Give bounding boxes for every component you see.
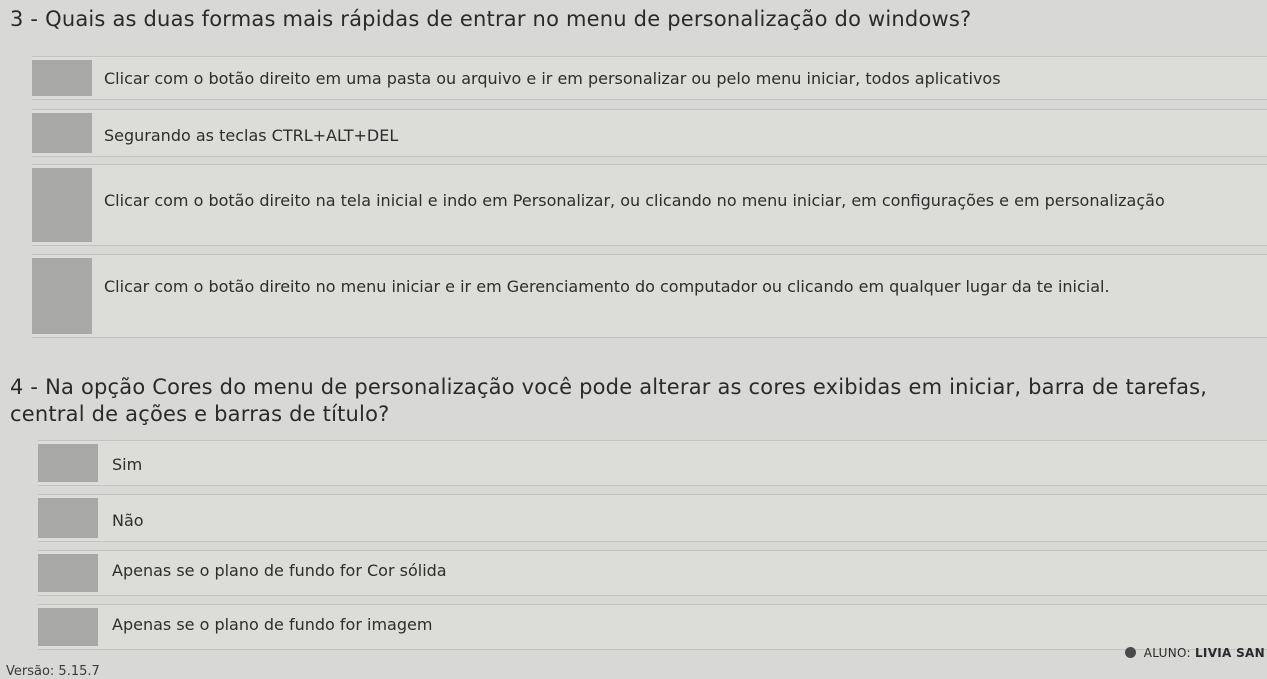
option-checkbox[interactable] bbox=[38, 498, 98, 538]
question-3-title: 3 - Quais as duas formas mais rápidas de… bbox=[10, 7, 972, 31]
option-label: Clicar com o botão direito em uma pasta … bbox=[104, 69, 1001, 88]
option-checkbox[interactable] bbox=[38, 554, 98, 592]
user-name: LIVIA SAN bbox=[1194, 646, 1265, 660]
q3-option-2[interactable]: Segurando as teclas CTRL+ALT+DEL bbox=[32, 109, 1267, 157]
q3-option-3[interactable]: Clicar com o botão direito na tela inici… bbox=[32, 164, 1267, 246]
option-checkbox[interactable] bbox=[32, 113, 92, 153]
q4-option-cor-solida[interactable]: Apenas se o plano de fundo for Cor sólid… bbox=[38, 550, 1267, 596]
version-label: Versão: 5.15.7 bbox=[6, 664, 100, 679]
user-info: ALUNO: LIVIA SAN bbox=[1124, 646, 1265, 660]
option-label: Apenas se o plano de fundo for Cor sólid… bbox=[112, 561, 447, 580]
option-label: Clicar com o botão direito na tela inici… bbox=[104, 191, 1165, 210]
q4-option-nao[interactable]: Não bbox=[38, 494, 1267, 542]
option-checkbox[interactable] bbox=[32, 258, 92, 334]
q3-option-1[interactable]: Clicar com o botão direito em uma pasta … bbox=[32, 56, 1267, 100]
option-label: Segurando as teclas CTRL+ALT+DEL bbox=[104, 126, 399, 145]
option-label: Não bbox=[112, 511, 144, 530]
user-label: ALUNO: bbox=[1143, 646, 1191, 660]
option-checkbox[interactable] bbox=[38, 444, 98, 482]
option-label: Apenas se o plano de fundo for imagem bbox=[112, 615, 433, 634]
option-checkbox[interactable] bbox=[38, 608, 98, 646]
option-label: Sim bbox=[112, 455, 143, 474]
q4-option-sim[interactable]: Sim bbox=[38, 440, 1267, 486]
q3-option-4[interactable]: Clicar com o botão direito no menu inici… bbox=[32, 254, 1267, 338]
user-icon bbox=[1124, 647, 1136, 658]
option-checkbox[interactable] bbox=[32, 60, 92, 96]
option-label: Clicar com o botão direito no menu inici… bbox=[104, 277, 1110, 296]
question-4-title: 4 - Na opção Cores do menu de personaliz… bbox=[10, 375, 1208, 426]
option-checkbox[interactable] bbox=[32, 168, 92, 242]
q4-option-imagem[interactable]: Apenas se o plano de fundo for imagem bbox=[38, 604, 1267, 650]
